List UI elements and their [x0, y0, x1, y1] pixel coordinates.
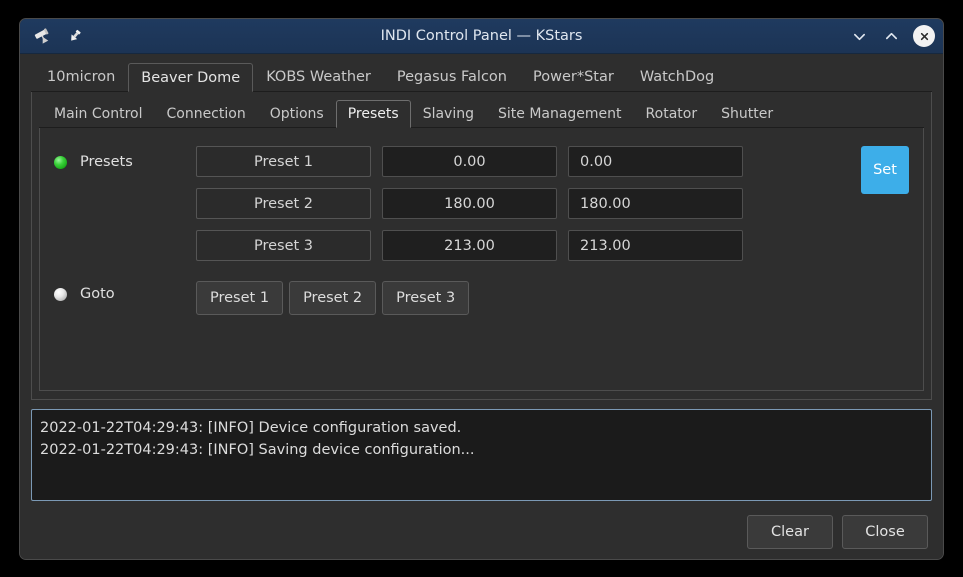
device-panel: Main Control Connection Options Presets …: [31, 92, 932, 400]
preset-3-value: 213.00: [382, 230, 557, 261]
device-tab-beaver-dome[interactable]: Beaver Dome: [128, 63, 254, 92]
log-output[interactable]: 2022-01-22T04:29:43: [INFO] Device confi…: [31, 409, 932, 501]
window-controls: [849, 25, 935, 47]
tab-site-management[interactable]: Site Management: [486, 99, 634, 127]
device-tab-pegasus-falcon[interactable]: Pegasus Falcon: [384, 62, 520, 91]
tab-connection[interactable]: Connection: [154, 99, 257, 127]
goto-status-led: [54, 287, 67, 301]
goto-preset-1-button[interactable]: Preset 1: [196, 281, 284, 315]
maximize-button[interactable]: [881, 26, 901, 46]
set-button[interactable]: Set: [861, 146, 909, 194]
window-body: 10micron Beaver Dome KOBS Weather Pegasu…: [20, 54, 943, 559]
telescope-icon: [30, 24, 54, 48]
close-icon: [920, 32, 928, 40]
goto-preset-2-button[interactable]: Preset 2: [289, 281, 377, 315]
device-tab-power-star[interactable]: Power*Star: [520, 62, 627, 91]
log-line: 2022-01-22T04:29:43: [INFO] Device confi…: [40, 420, 462, 436]
goto-property-label: Goto: [80, 286, 115, 302]
presets-property-label: Presets: [80, 154, 133, 170]
presets-group-panel: Presets Preset 1 0.00 0.00 Preset 2 180.…: [39, 128, 924, 391]
close-button[interactable]: [913, 25, 935, 47]
tab-options[interactable]: Options: [258, 99, 336, 127]
close-dialog-button[interactable]: Close: [842, 515, 928, 549]
tab-slaving[interactable]: Slaving: [411, 99, 486, 127]
goto-property-row: Goto Preset 1 Preset 2 Preset 3: [54, 278, 909, 315]
indi-control-panel-window: INDI Control Panel — KStars 10micron Bea…: [19, 18, 944, 560]
preset-3-input[interactable]: 213.00: [568, 230, 743, 261]
window-title: INDI Control Panel — KStars: [380, 28, 583, 44]
device-tab-10micron[interactable]: 10micron: [34, 62, 128, 91]
pin-icon[interactable]: [63, 24, 87, 48]
goto-preset-3-button[interactable]: Preset 3: [382, 281, 470, 315]
tab-shutter[interactable]: Shutter: [709, 99, 785, 127]
presets-rows: Preset 1 0.00 0.00 Preset 2 180.00 180.0…: [196, 146, 909, 261]
preset-1-name: Preset 1: [196, 146, 371, 177]
preset-row: Preset 3 213.00 213.00: [196, 230, 850, 261]
tab-main-control[interactable]: Main Control: [42, 99, 154, 127]
minimize-button[interactable]: [849, 26, 869, 46]
presets-status-led: [54, 155, 67, 169]
log-line: 2022-01-22T04:29:43: [INFO] Saving devic…: [40, 442, 475, 458]
device-tab-watchdog[interactable]: WatchDog: [627, 62, 727, 91]
device-tab-bar: 10micron Beaver Dome KOBS Weather Pegasu…: [31, 62, 932, 92]
title-bar: INDI Control Panel — KStars: [20, 19, 943, 54]
presets-property-row: Presets Preset 1 0.00 0.00 Preset 2 180.…: [54, 146, 909, 261]
presets-property-label-cell: Presets: [54, 146, 196, 170]
footer-buttons: Clear Close: [31, 515, 932, 549]
goto-property-label-cell: Goto: [54, 278, 196, 302]
preset-2-input[interactable]: 180.00: [568, 188, 743, 219]
preset-2-name: Preset 2: [196, 188, 371, 219]
preset-1-value: 0.00: [382, 146, 557, 177]
tab-presets[interactable]: Presets: [335, 100, 411, 128]
goto-buttons: Preset 1 Preset 2 Preset 3: [196, 278, 470, 315]
tab-rotator[interactable]: Rotator: [634, 99, 710, 127]
set-button-wrap: Set: [861, 146, 909, 261]
preset-row: Preset 1 0.00 0.00: [196, 146, 850, 177]
preset-2-value: 180.00: [382, 188, 557, 219]
clear-button[interactable]: Clear: [747, 515, 833, 549]
property-tab-bar: Main Control Connection Options Presets …: [39, 99, 924, 128]
device-tab-kobs-weather[interactable]: KOBS Weather: [253, 62, 384, 91]
preset-1-input[interactable]: 0.00: [568, 146, 743, 177]
preset-3-name: Preset 3: [196, 230, 371, 261]
preset-row: Preset 2 180.00 180.00: [196, 188, 850, 219]
